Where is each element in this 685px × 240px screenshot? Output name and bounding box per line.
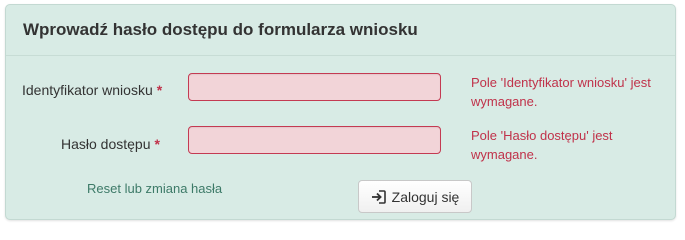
application-id-label-text: Identyfikator wniosku (22, 82, 153, 98)
panel-title: Wprowadź hasło dostępu do formularza wni… (23, 20, 418, 39)
reset-password-link[interactable]: Reset lub zmiana hasła (87, 181, 222, 196)
application-id-error: Pole 'Identyfikator wniosku' jest wymaga… (471, 75, 651, 109)
required-mark: * (156, 82, 163, 98)
sign-in-icon (371, 189, 386, 204)
login-panel: Wprowadź hasło dostępu do formularza wni… (5, 4, 676, 220)
application-id-input[interactable] (188, 73, 441, 101)
password-input[interactable] (188, 126, 441, 154)
login-button-label: Zaloguj się (391, 188, 460, 205)
password-label-text: Hasło dostępu (61, 136, 151, 152)
panel-heading: Wprowadź hasło dostępu do formularza wni… (6, 5, 675, 56)
application-id-label: Identyfikator wniosku * (22, 82, 162, 98)
password-label: Hasło dostępu * (61, 136, 160, 152)
password-error: Pole 'Hasło dostępu' jest wymagane. (471, 128, 613, 162)
login-button[interactable]: Zaloguj się (358, 180, 472, 213)
required-mark: * (154, 136, 160, 152)
